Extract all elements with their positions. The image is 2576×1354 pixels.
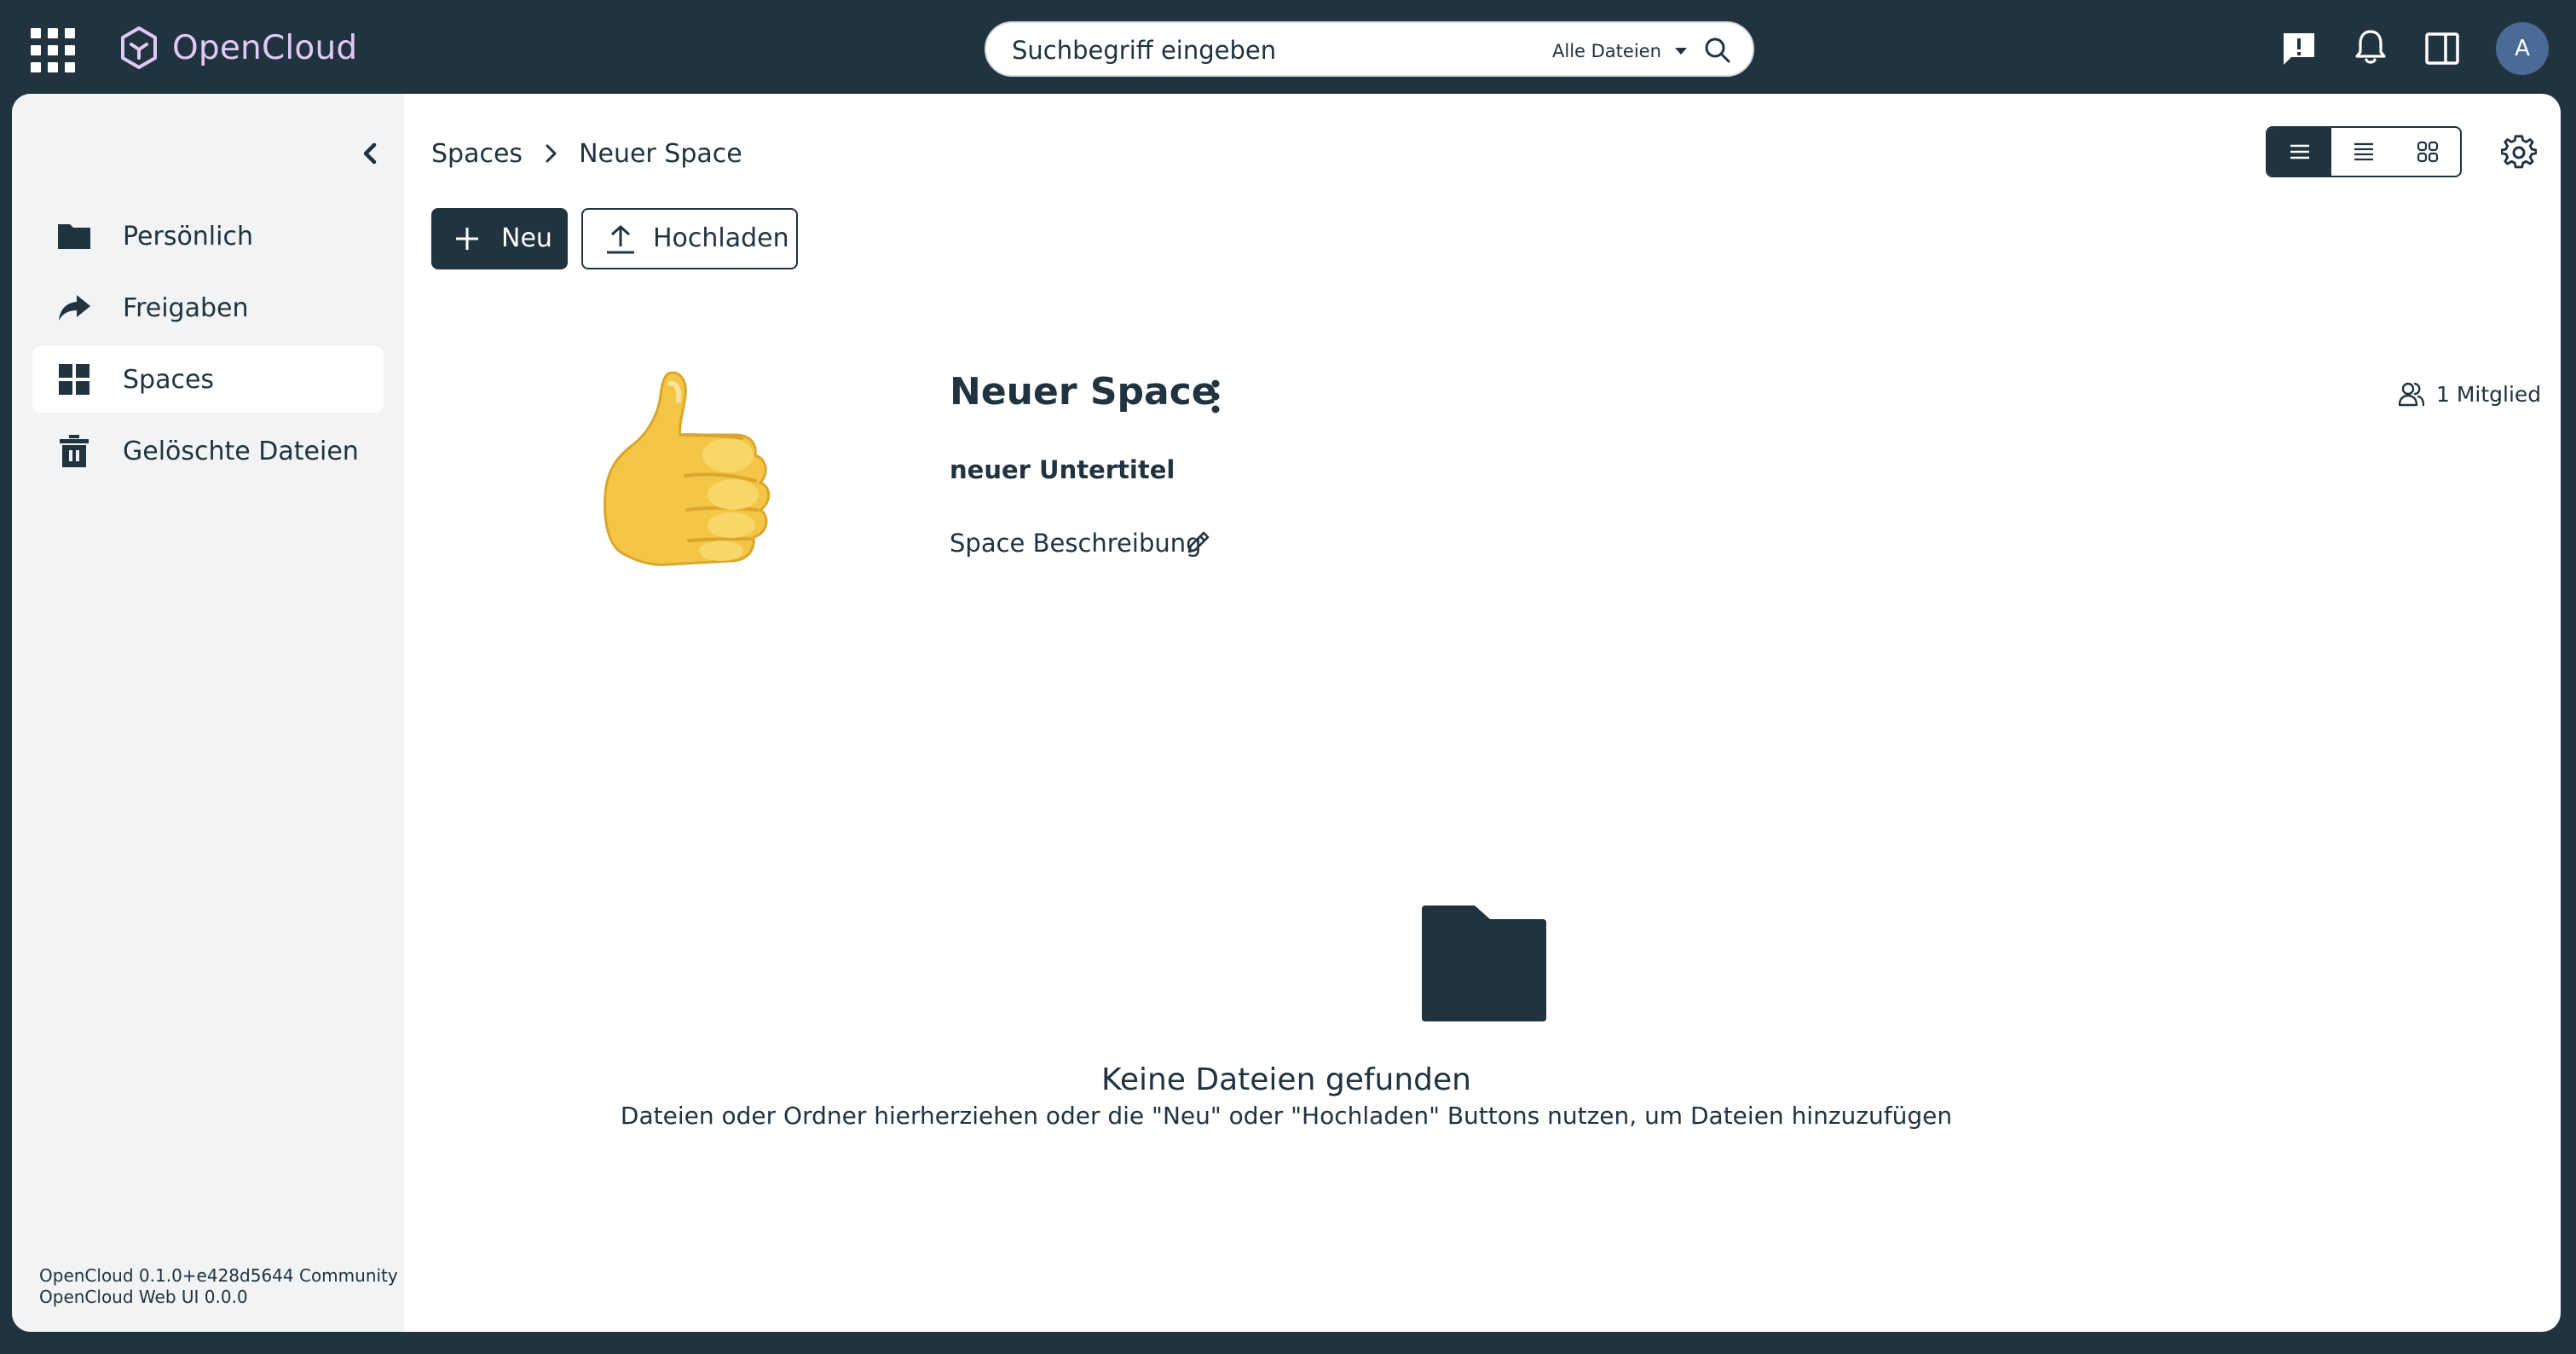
space-subtitle: neuer Untertitel (950, 455, 1175, 484)
space-members[interactable]: 1 Mitglied (2399, 379, 2541, 409)
version-info: OpenCloud 0.1.0+e428d5644 Community Open… (39, 1265, 398, 1308)
sidebar-item-personal[interactable]: Persönlich (32, 203, 384, 269)
plus-icon (456, 228, 478, 250)
pencil-icon[interactable] (1185, 529, 1212, 556)
members-count: 1 Mitglied (2436, 381, 2542, 407)
breadcrumb-current[interactable]: Neuer Space (579, 139, 742, 169)
view-mode-condensed[interactable] (2331, 128, 2395, 176)
empty-state-title: Keine Dateien gefunden (1101, 1062, 1471, 1097)
feedback-icon[interactable] (2279, 29, 2319, 68)
grid-icon (59, 364, 90, 395)
search-scope-label: Alle Dateien (1552, 41, 1661, 61)
trash-icon (60, 435, 89, 467)
avatar[interactable]: A (2496, 22, 2549, 75)
app-logo[interactable]: OpenCloud (119, 26, 357, 70)
web-ui-version: OpenCloud Web UI 0.0.0 (39, 1287, 248, 1307)
chevron-down-icon (1674, 48, 1687, 55)
breadcrumb-spaces[interactable]: Spaces (431, 139, 523, 169)
thumbs-up-icon[interactable] (575, 367, 779, 580)
sidebar-toggle-icon[interactable] (2423, 29, 2462, 68)
top-bar: OpenCloud Alle Dateien A (0, 0, 2576, 94)
sidebar-item-shares[interactable]: Freigaben (32, 275, 384, 341)
space-title: Neuer Space (950, 370, 1217, 414)
space-description: Space Beschreibung (950, 529, 1202, 558)
upload-button-label: Hochladen (653, 223, 789, 253)
main-panel: Persönlich Freigaben Spaces Gelöschte Da… (12, 94, 2561, 1332)
view-mode-tiles[interactable] (2396, 128, 2460, 176)
view-mode-switch (2266, 126, 2462, 177)
sidebar: Persönlich Freigaben Spaces Gelöschte Da… (12, 94, 404, 1332)
sidebar-item-deleted-files[interactable]: Gelöschte Dateien (32, 418, 384, 484)
new-button-label: Neu (501, 223, 552, 253)
search-input[interactable] (1012, 33, 1523, 67)
condensed-list-icon (2354, 142, 2373, 161)
chevron-right-icon (546, 144, 557, 163)
view-mode-list[interactable] (2267, 128, 2332, 176)
upload-button[interactable]: Hochladen (581, 208, 798, 269)
folder-icon (1422, 906, 1546, 1021)
chevron-left-icon[interactable] (353, 136, 387, 171)
sidebar-item-label: Spaces (123, 364, 215, 395)
search-bar: Alle Dateien (985, 21, 1754, 77)
opencloud-logo-icon (121, 26, 157, 69)
folder-icon (58, 224, 90, 249)
new-button[interactable]: Neu (431, 208, 568, 269)
tiles-icon (2417, 141, 2439, 163)
backend-version: OpenCloud 0.1.0+e428d5644 Community (39, 1265, 398, 1286)
app-name: OpenCloud (172, 28, 358, 67)
users-icon (2399, 382, 2424, 407)
breadcrumb: Spaces Neuer Space (431, 136, 742, 171)
sidebar-item-spaces[interactable]: Spaces (32, 346, 384, 413)
app-switcher-icon[interactable] (31, 28, 75, 72)
sidebar-item-label: Gelöschte Dateien (123, 436, 359, 466)
search-icon[interactable] (1702, 35, 1733, 66)
gear-icon[interactable] (2501, 135, 2537, 171)
list-icon (2290, 144, 2309, 159)
empty-state-hint: Dateien oder Ordner hierherziehen oder d… (620, 1102, 1953, 1130)
sidebar-item-label: Persönlich (123, 221, 253, 252)
share-icon (59, 295, 90, 321)
upload-icon (607, 225, 634, 254)
search-scope-dropdown[interactable]: Alle Dateien (1552, 38, 1687, 64)
bell-icon[interactable] (2351, 27, 2390, 67)
more-vertical-icon[interactable] (1207, 377, 1224, 416)
sidebar-item-label: Freigaben (123, 292, 249, 323)
